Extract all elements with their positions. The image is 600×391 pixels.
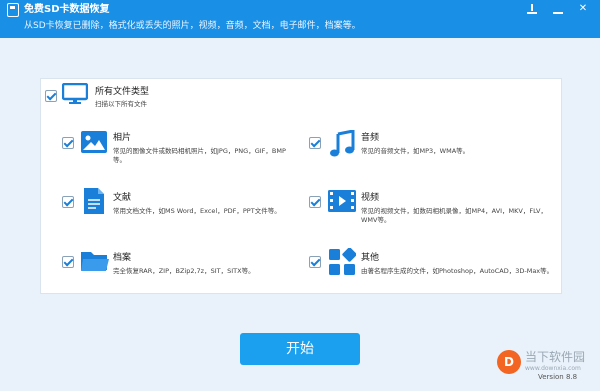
other-desc: 由著名程序生成的文件，如Photoshop，AutoCAD，3D-Max等。 [361, 267, 554, 275]
audio-checkbox[interactable] [309, 137, 321, 149]
watermark-text: 当下软件园 [525, 350, 586, 364]
sd-card-app-icon [7, 3, 19, 17]
photo-title: 相片 [113, 133, 132, 143]
archive-checkbox[interactable] [62, 256, 74, 268]
photo-desc: 常见的图像文件或数码相机照片，如JPG，PNG，GIF，BMP等。 [113, 147, 286, 164]
photo-checkbox[interactable] [62, 137, 74, 149]
download-icon[interactable] [523, 2, 541, 16]
window-title: 免费SD卡数据恢复 [24, 4, 110, 15]
window-subtitle: 从SD卡恢复已删除，格式化或丢失的照片，视频，音频，文档，电子邮件，档案等。 [24, 21, 361, 31]
archive-title: 档案 [113, 253, 132, 263]
video-title: 视频 [361, 193, 380, 203]
audio-title: 音频 [361, 133, 380, 143]
start-button[interactable]: 开始 [240, 333, 360, 365]
file-type-panel: 所有文件类型 扫描以下所有文件 相片 常见的图像文件或数码相机照片，如JPG，P… [40, 78, 562, 294]
document-icon [84, 188, 104, 214]
document-title: 文献 [113, 193, 132, 203]
minimize-button[interactable] [549, 2, 567, 16]
video-icon [328, 190, 356, 212]
photo-icon [81, 131, 107, 153]
all-types-checkbox[interactable] [45, 90, 57, 102]
monitor-icon [62, 83, 88, 104]
video-desc: 常见的视频文件，如数码相机录像，如MP4，AVI，MKV，FLV，WMV等。 [361, 207, 547, 224]
archive-desc: 完全恢复RAR，ZIP，BZip2,7z，SIT，SITX等。 [113, 267, 255, 275]
music-note-icon [330, 130, 355, 157]
close-button[interactable]: ✕ [574, 2, 592, 16]
watermark-url: www.downxia.com [525, 365, 581, 372]
title-bar: 免费SD卡数据恢复 从SD卡恢复已删除，格式化或丢失的照片，视频，音频，文档，电… [0, 0, 600, 38]
document-desc: 常用文档文件，如MS Word，Excel，PDF，PPT文件等。 [113, 207, 281, 215]
video-checkbox[interactable] [309, 196, 321, 208]
other-title: 其他 [361, 253, 380, 263]
watermark-logo: D [497, 350, 521, 374]
folder-icon [81, 252, 109, 271]
apps-grid-icon [329, 248, 356, 275]
version-label: Version 8.8 [538, 373, 578, 381]
document-checkbox[interactable] [62, 196, 74, 208]
all-types-title: 所有文件类型 [95, 87, 150, 97]
all-types-desc: 扫描以下所有文件 [95, 100, 147, 108]
other-checkbox[interactable] [309, 256, 321, 268]
audio-desc: 常见的音频文件，如MP3，WMA等。 [361, 147, 470, 155]
